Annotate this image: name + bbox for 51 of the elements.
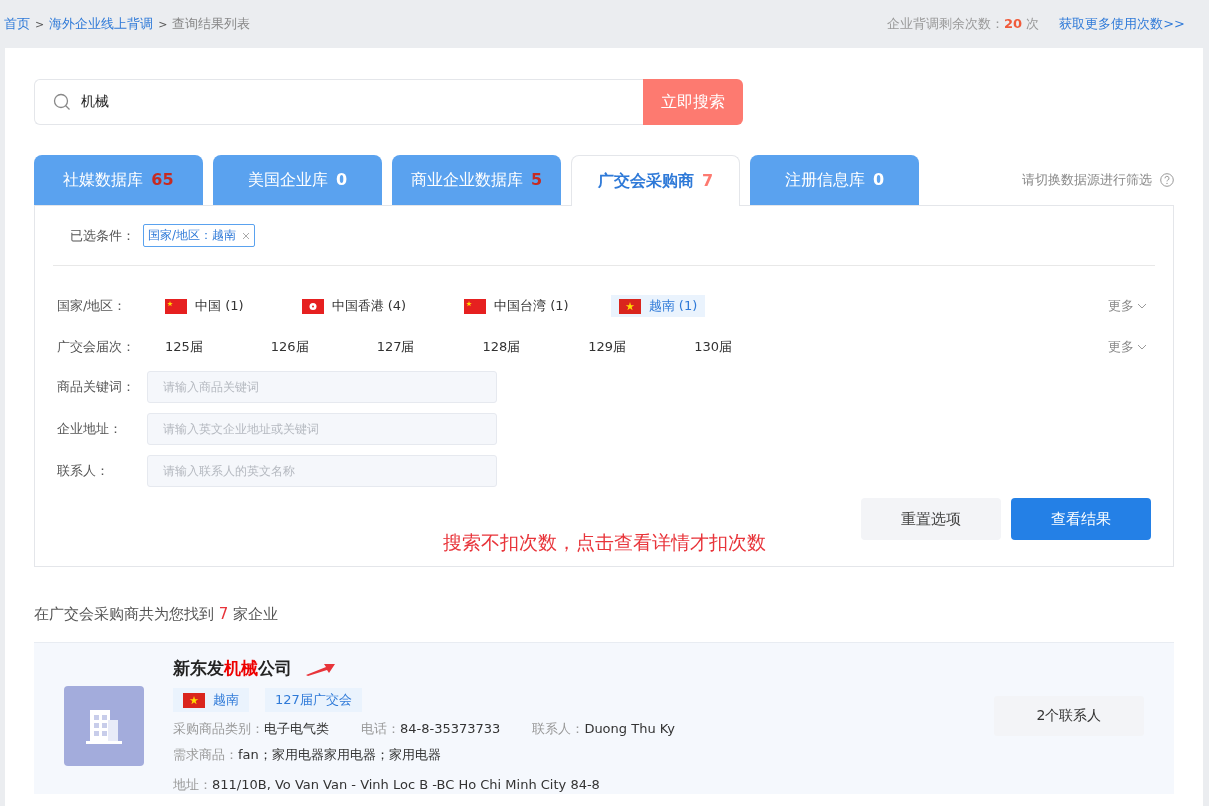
filter-label: 联系人： (57, 462, 110, 480)
search-value: 机械 (81, 93, 109, 111)
filter-label: 广交会届次： (57, 338, 136, 356)
search-field[interactable]: 机械 (34, 79, 643, 125)
breadcrumb-link[interactable]: 海外企业线上背调 (49, 15, 154, 33)
database-tab[interactable]: 社媒数据库 65 (34, 155, 203, 205)
search-button[interactable]: 立即搜索 (643, 79, 743, 125)
database-tab[interactable]: 商业企业数据库 5 (392, 155, 561, 205)
session-badge: 127届广交会 (265, 688, 362, 712)
country-option[interactable]: 越南 (1) (610, 295, 706, 317)
database-tab[interactable]: 美国企业库 0 (213, 155, 382, 205)
country-option[interactable]: 中国 (1) (157, 295, 252, 317)
breadcrumb-current-page: 查询结果列表 (172, 15, 251, 33)
more-link[interactable]: 更多 (1108, 297, 1147, 315)
country-option[interactable]: 中国台湾 (1) (456, 295, 577, 317)
remaining-count: 企业背调剩余次数：20 次 (886, 15, 1040, 33)
get-more-link[interactable]: 获取更多使用次数>> (1059, 15, 1185, 33)
filter-input[interactable]: 请输入联系人的英文名称 (147, 455, 497, 487)
country-option[interactable]: 中国香港 (4) (293, 295, 415, 317)
session-option[interactable]: 126届 (262, 336, 317, 358)
database-tab[interactable]: 注册信息库 0 (750, 155, 919, 205)
company-detail: 电话：84-8-35373733 (361, 720, 501, 738)
session-option[interactable]: 130届 (686, 336, 740, 358)
more-link[interactable]: 更多 (1108, 338, 1147, 356)
country-badge: 越南 (173, 688, 249, 712)
session-option[interactable]: 128届 (474, 336, 529, 358)
company-detail: 采购商品类别：电子电气类 (173, 720, 329, 738)
contacts-button[interactable]: 2个联系人 (994, 695, 1144, 736)
filter-label: 企业地址： (57, 420, 123, 438)
notice-text: 搜索不扣次数，点击查看详情才扣次数 (441, 530, 767, 555)
filter-label: 国家/地区： (57, 297, 128, 315)
filter-input[interactable]: 请输入英文企业地址或关键词 (147, 413, 497, 445)
breadcrumb-link[interactable]: 首页 (4, 15, 30, 33)
session-option[interactable]: 127届 (368, 336, 423, 358)
database-tab[interactable]: 广交会采购商 7 (571, 155, 740, 206)
breadcrumb-separator: > (35, 17, 45, 31)
session-option[interactable]: 129届 (580, 336, 635, 358)
company-address: 地址：811/10B, Vo Van Van - Vinh Loc B -BC Ho Chi Minh City 84-8 (173, 776, 600, 794)
company-detail: 联系人：Duong Thu Ky (532, 720, 676, 738)
filter-hint: 请切换数据源进行筛选 (1022, 171, 1152, 189)
filter-tag[interactable]: 国家/地区：越南 (143, 224, 256, 247)
breadcrumb-separator: > (158, 17, 168, 31)
company-detail: 需求商品：fan；家用电器家用电器；家用电器 (173, 746, 441, 764)
filter-label: 商品关键词： (57, 378, 136, 396)
filter-input[interactable]: 请输入商品关键词 (147, 371, 497, 403)
company-name[interactable]: 新东发机械公司 (173, 657, 292, 680)
session-option[interactable]: 125届 (157, 336, 211, 358)
selected-conditions-label: 已选条件： (70, 226, 135, 245)
result-summary: 在广交会采购商共为您找到 7 家企业 (34, 605, 280, 624)
reset-button[interactable]: 重置选项 (861, 498, 1001, 540)
view-results-button[interactable]: 查看结果 (1011, 498, 1151, 540)
